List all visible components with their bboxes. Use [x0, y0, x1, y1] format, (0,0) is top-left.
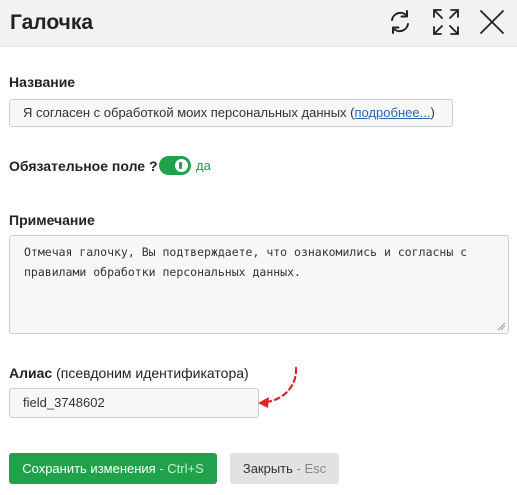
- resize-handle-icon[interactable]: [496, 321, 506, 331]
- name-label: Название: [9, 74, 76, 90]
- alias-value: field_3748602: [23, 395, 105, 410]
- close-button[interactable]: Закрыть - Esc: [230, 453, 339, 484]
- alias-label-hint: (псевдоним идентификатора): [56, 365, 249, 381]
- arrow-pointer-icon: [258, 366, 298, 408]
- save-button-label: Сохранить изменения: [22, 461, 156, 476]
- note-text: Отмечая галочку, Вы подтверждаете, что о…: [24, 245, 468, 279]
- name-field[interactable]: Я согласен с обработкой моих персональны…: [9, 99, 453, 127]
- alias-label: Алиас (псевдоним идентификатора): [9, 365, 249, 381]
- required-state-text: да: [196, 158, 211, 173]
- dialog-header: Галочка: [0, 0, 517, 47]
- save-shortcut-hint: - Ctrl+S: [155, 461, 204, 476]
- expand-icon[interactable]: [431, 7, 461, 37]
- close-shortcut-hint: - Esc: [292, 461, 327, 476]
- close-icon[interactable]: [477, 7, 507, 37]
- save-button[interactable]: Сохранить изменения - Ctrl+S: [9, 453, 217, 484]
- close-button-label: Закрыть: [242, 461, 293, 476]
- toggle-knob: [175, 159, 188, 172]
- name-value-suffix: ): [430, 105, 435, 120]
- name-value: Я согласен с обработкой моих персональны…: [23, 105, 355, 120]
- required-label: Обязательное поле ?: [9, 158, 158, 174]
- alias-field[interactable]: field_3748602: [9, 388, 259, 418]
- refresh-icon[interactable]: [385, 7, 415, 37]
- details-link[interactable]: подробнее...: [354, 105, 430, 120]
- note-textarea[interactable]: Отмечая галочку, Вы подтверждаете, что о…: [9, 235, 509, 334]
- required-toggle[interactable]: [159, 156, 191, 175]
- dialog-title: Галочка: [10, 11, 94, 34]
- note-label: Примечание: [9, 212, 95, 228]
- alias-label-text: Алиас: [9, 365, 53, 381]
